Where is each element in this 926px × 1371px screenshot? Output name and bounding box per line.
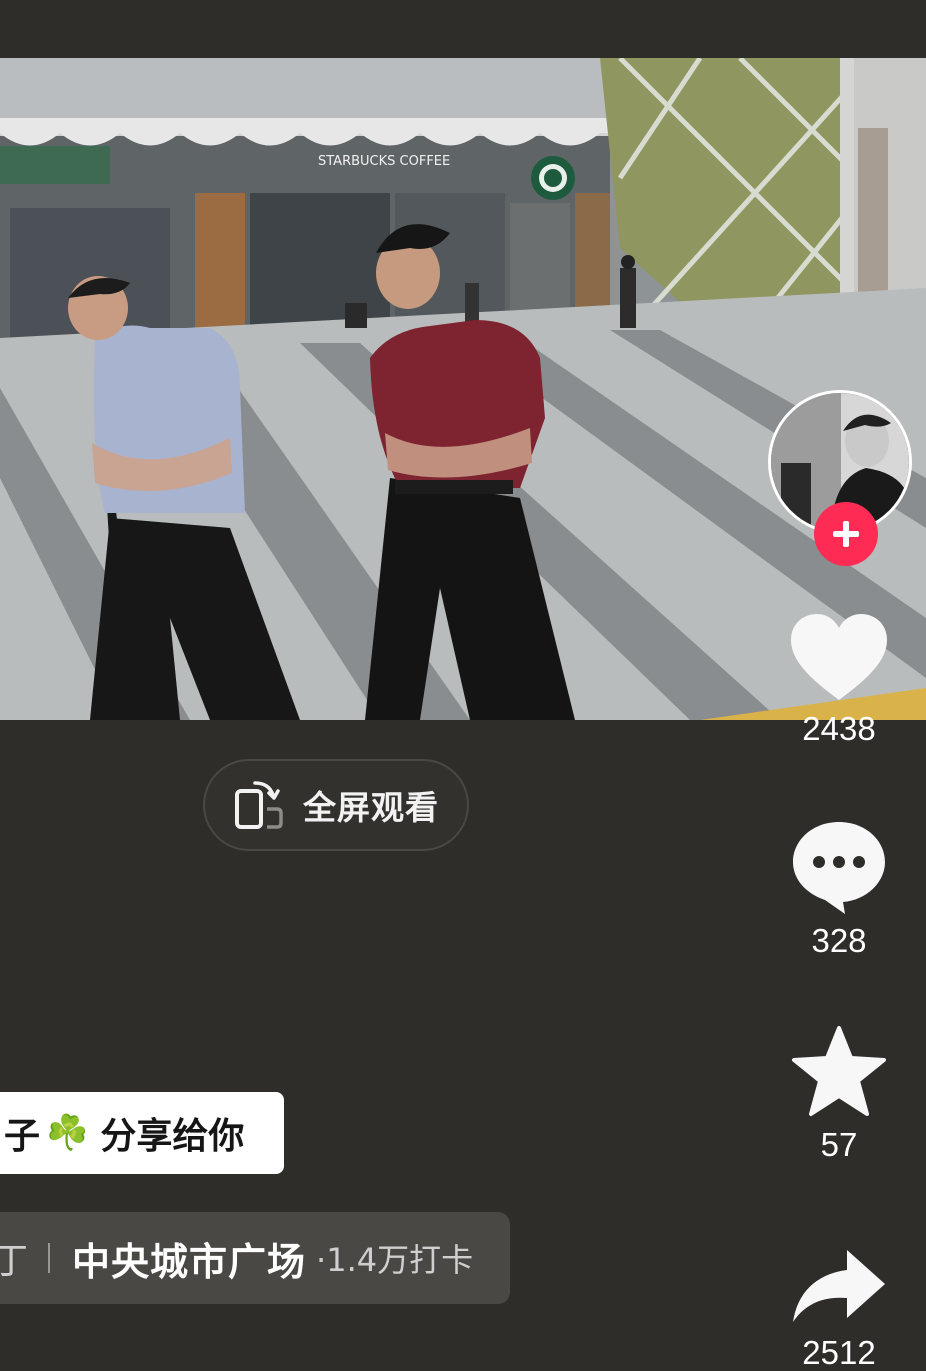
video-feed-page: STARBUCKS COFFEE 全屏观看 2438 328 57 2512 子…	[0, 0, 926, 1371]
plus-icon	[833, 521, 859, 547]
fullscreen-button[interactable]: 全屏观看	[203, 759, 469, 851]
comment-icon	[793, 822, 885, 914]
heart-icon	[791, 614, 887, 700]
like-button[interactable]: 2438	[760, 612, 918, 748]
comment-button[interactable]: 328	[760, 818, 918, 960]
action-rail: 2438 328 57 2512	[760, 0, 926, 1371]
share-count: 2512	[802, 1334, 876, 1371]
favorite-count: 57	[820, 1126, 858, 1163]
storefront-sign-text: STARBUCKS COFFEE	[318, 154, 450, 169]
caption-chip[interactable]: 子 ☘️ 分享给你	[0, 1092, 284, 1174]
share-button[interactable]: 2512	[760, 1246, 918, 1371]
location-bar[interactable]: 丁 中央城市广场 ·1.4万打卡	[0, 1212, 510, 1304]
location-divider	[48, 1243, 51, 1273]
favorite-button[interactable]: 57	[760, 1024, 918, 1164]
rotate-screen-icon	[235, 781, 283, 829]
fullscreen-label: 全屏观看	[303, 788, 439, 827]
share-arrow-icon	[793, 1250, 885, 1322]
location-name: 中央城市广场	[72, 1239, 307, 1284]
location-fragment: 丁	[0, 1241, 29, 1282]
creator-avatar-group[interactable]	[768, 390, 912, 566]
comment-count: 328	[811, 922, 867, 959]
clover-emoji-icon: ☘️	[46, 1113, 89, 1153]
location-checkins: ·1.4万打卡	[316, 1241, 474, 1279]
star-icon	[792, 1026, 886, 1116]
like-count: 2438	[802, 710, 876, 747]
caption-text-prefix: 子	[4, 1116, 41, 1157]
follow-button[interactable]	[814, 502, 878, 566]
caption-text-suffix: 分享给你	[100, 1116, 245, 1157]
